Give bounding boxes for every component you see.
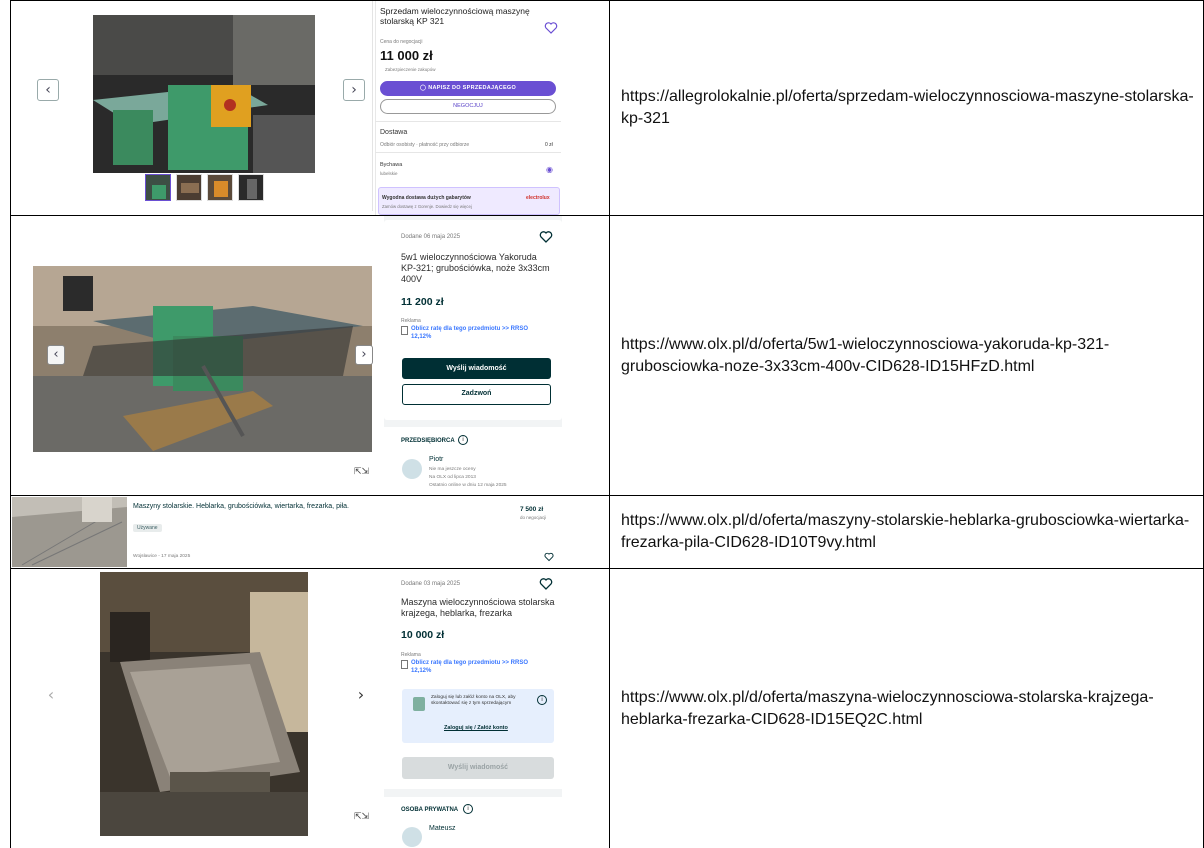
negotiable-label: do negocjacji: [520, 515, 547, 520]
info-icon[interactable]: i: [463, 804, 473, 814]
delivery-price: 0 zł: [545, 142, 553, 148]
listing-title: 5w1 wieloczynnościowa Yakoruda KP-321; g…: [401, 252, 550, 284]
prev-photo-button[interactable]: ‹: [47, 345, 65, 365]
contact-seller-button[interactable]: ◯ NAPISZ DO SPRZEDAJĄCEGO: [380, 81, 556, 96]
condition-badge: Używane: [133, 524, 162, 532]
delivery-option: Odbiór osobisty · płatność przy odbiorze: [380, 142, 470, 148]
location-pin-icon: ◉: [546, 165, 553, 174]
seller-name: Piotr: [429, 456, 444, 463]
next-photo-button[interactable]: ›: [350, 685, 372, 707]
table-row: ‹ › Sprzedam wieloczynnościową maszynę s…: [10, 0, 1204, 216]
send-message-button[interactable]: Wyślij wiadomość: [402, 358, 551, 379]
location-label: Bychawa: [380, 162, 403, 168]
fullscreen-icon[interactable]: ⇱⇲: [354, 467, 369, 477]
next-photo-button[interactable]: ›: [343, 79, 365, 101]
calculator-icon: [401, 326, 408, 335]
thumbnail[interactable]: [145, 174, 171, 201]
protection-label: Zabezpieczenie zakupów: [385, 67, 436, 72]
listing-title: Sprzedam wieloczynnościową maszynę stola…: [380, 6, 530, 26]
fullscreen-icon[interactable]: ⇱⇲: [354, 812, 369, 822]
listing-screenshot-olx-2: ‹ › ⇱⇲ Dodane 03 maja 2025 Maszyna wielo…: [10, 568, 610, 848]
thumbnail[interactable]: [176, 174, 202, 201]
promo-box: [378, 187, 560, 215]
table-row: ‹ › ⇱⇲ Dodane 06 maja 2025 5w1 wieloczyn…: [10, 215, 1204, 496]
listing-title[interactable]: Maszyny stolarskie. Heblarka, grubościów…: [133, 502, 373, 511]
calculator-icon: [401, 660, 408, 669]
prev-photo-button[interactable]: ‹: [40, 685, 62, 707]
posted-date: Dodane 06 maja 2025: [401, 234, 461, 240]
location-region: lubelskie: [380, 171, 398, 176]
price: 7 500 zł: [520, 506, 544, 513]
avatar: [402, 459, 422, 479]
promo-title: Wygodna dostawa dużych gabarytów: [382, 195, 471, 201]
price: 10 000 zł: [401, 629, 445, 641]
divider: [375, 152, 561, 153]
machine-photo: [93, 15, 315, 173]
prev-photo-button[interactable]: ‹: [37, 79, 59, 101]
posted-date: Dodane 03 maja 2025: [401, 581, 461, 587]
promo-brand: electrolux: [526, 195, 550, 201]
location-date: Wojsławice - 17 maja 2025: [133, 554, 191, 559]
login-button[interactable]: Zaloguj się / Załóż konto: [444, 725, 508, 731]
info-icon[interactable]: i: [458, 435, 468, 445]
seller-type: OSOBA PRYWATNA: [401, 807, 459, 813]
installment-link[interactable]: Oblicz ratę dla tego przedmiotu >> RRSO …: [411, 325, 541, 341]
send-message-button[interactable]: Wyślij wiadomość: [402, 757, 554, 779]
price: 11 200 zł: [401, 296, 444, 308]
avatar: [402, 827, 422, 847]
chat-icon: ◯: [419, 85, 429, 91]
seller-online: Ostatnio online w dniu 12 maja 2025: [429, 483, 507, 488]
listing-screenshot-olx: ‹ › ⇱⇲ Dodane 06 maja 2025 5w1 wieloczyn…: [10, 215, 610, 496]
listing-url[interactable]: https://www.olx.pl/d/oferta/maszyna-wiel…: [609, 568, 1204, 848]
listing-url[interactable]: https://allegrolokalnie.pl/oferta/sprzed…: [609, 0, 1204, 216]
negotiable-label: Cena do negocjacji: [380, 39, 423, 45]
table-row: ‹ › ⇱⇲ Dodane 03 maja 2025 Maszyna wielo…: [10, 568, 1204, 848]
thumbnail[interactable]: [238, 174, 264, 201]
seller-name: Mateusz: [429, 825, 456, 832]
document-table: ‹ › Sprzedam wieloczynnościową maszynę s…: [10, 0, 1204, 848]
seller-since: Na OLX od lipca 2013: [429, 475, 476, 480]
next-photo-button[interactable]: ›: [355, 345, 373, 365]
login-text: Zaloguj się lub załóż konto na OLX, aby …: [431, 695, 516, 706]
delivery-label: Dostawa: [380, 129, 408, 136]
divider: [375, 121, 561, 122]
listing-url[interactable]: https://www.olx.pl/d/oferta/maszyny-stol…: [609, 495, 1204, 569]
machine-photo: [100, 572, 308, 836]
heart-icon[interactable]: [539, 230, 553, 244]
call-button[interactable]: Zadzwoń: [402, 384, 551, 405]
seller-rating: Nie ma jeszcze oceny: [429, 467, 476, 472]
user-icon: [413, 697, 425, 711]
ad-label: Reklama: [401, 652, 421, 658]
seller-type: PRZEDSIĘBIORCA: [401, 438, 455, 444]
machine-photo: [33, 266, 372, 452]
heart-icon[interactable]: [544, 552, 554, 562]
table-row: Maszyny stolarskie. Heblarka, grubościów…: [10, 495, 1204, 569]
listing-url[interactable]: https://www.olx.pl/d/oferta/5w1-wieloczy…: [609, 215, 1204, 496]
listing-screenshot-olx-list: Maszyny stolarskie. Heblarka, grubościów…: [10, 495, 610, 569]
info-icon[interactable]: i: [537, 695, 547, 705]
listing-title: Maszyna wieloczynnościowa stolarska kraj…: [401, 597, 555, 618]
installment-link[interactable]: Oblicz ratę dla tego przedmiotu >> RRSO …: [411, 659, 546, 675]
negotiate-button[interactable]: NEGOCJUJ: [380, 99, 556, 114]
promo-subtext: Zamów dostawę z Gorenje. Dowiedz się wię…: [382, 204, 472, 209]
price: 11 000 zł: [380, 48, 433, 63]
thumbnail[interactable]: [207, 174, 233, 201]
machine-photo: [12, 497, 127, 567]
heart-icon[interactable]: [539, 577, 553, 591]
ad-label: Reklama: [401, 318, 421, 324]
listing-screenshot-allegro: ‹ › Sprzedam wieloczynnościową maszynę s…: [10, 0, 610, 216]
heart-icon[interactable]: [544, 21, 558, 35]
